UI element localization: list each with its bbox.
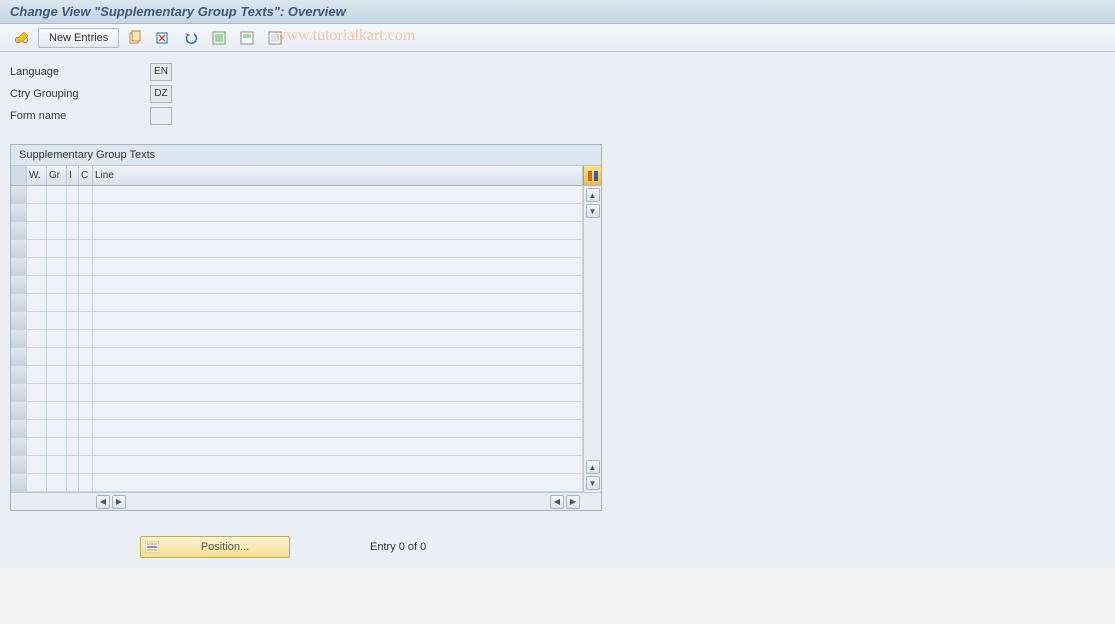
column-gr[interactable]: Gr: [47, 166, 67, 185]
select-block-icon: [239, 30, 255, 46]
delete-button[interactable]: [151, 28, 175, 48]
position-label: Position...: [165, 541, 285, 553]
form-name-label: Form name: [10, 110, 150, 122]
pencil-glasses-icon: [14, 30, 30, 46]
scroll-up-button[interactable]: ▲: [586, 188, 600, 202]
row-selector[interactable]: [11, 474, 27, 491]
table-row[interactable]: [11, 276, 583, 294]
table-row[interactable]: [11, 402, 583, 420]
table-row[interactable]: [11, 366, 583, 384]
scroll-up-button-bottom[interactable]: ▲: [586, 460, 600, 474]
form-row-ctry-grouping: Ctry Grouping DZ: [10, 84, 1105, 104]
row-selector[interactable]: [11, 186, 27, 203]
footer-area: Position... Entry 0 of 0: [10, 536, 1105, 558]
table-row[interactable]: [11, 204, 583, 222]
row-selector[interactable]: [11, 420, 27, 437]
language-label: Language: [10, 66, 150, 78]
select-all-button[interactable]: [207, 28, 231, 48]
form-name-field[interactable]: [150, 107, 172, 125]
table-title: Supplementary Group Texts: [11, 145, 601, 166]
scroll-left-button-end[interactable]: ◀: [550, 495, 564, 509]
deselect-icon: [267, 30, 283, 46]
ctry-grouping-label: Ctry Grouping: [10, 88, 150, 100]
table-row[interactable]: [11, 240, 583, 258]
table-row[interactable]: [11, 330, 583, 348]
entry-count-text: Entry 0 of 0: [370, 541, 426, 553]
table-row[interactable]: [11, 312, 583, 330]
scroll-left-button[interactable]: ◀: [96, 495, 110, 509]
new-entries-button[interactable]: New Entries: [38, 28, 119, 48]
form-row-form-name: Form name: [10, 106, 1105, 126]
application-toolbar: New Entries: [0, 24, 1115, 52]
horizontal-scrollbar[interactable]: ◀ ▶ ◀ ▶: [11, 492, 601, 510]
grid-header: W. Gr I C Line: [11, 166, 601, 186]
row-selector[interactable]: [11, 276, 27, 293]
table-row[interactable]: [11, 222, 583, 240]
scroll-right-button[interactable]: ▶: [112, 495, 126, 509]
language-field[interactable]: EN: [150, 63, 172, 81]
undo-icon: [183, 30, 199, 46]
row-selector[interactable]: [11, 258, 27, 275]
row-selector[interactable]: [11, 222, 27, 239]
table-row[interactable]: [11, 186, 583, 204]
table-row[interactable]: [11, 474, 583, 492]
content-area: Language EN Ctry Grouping DZ Form name S…: [0, 52, 1115, 568]
row-selector[interactable]: [11, 204, 27, 221]
position-button[interactable]: Position...: [140, 536, 290, 558]
scroll-down-button[interactable]: ▼: [586, 204, 600, 218]
form-row-language: Language EN: [10, 62, 1105, 82]
table-row[interactable]: [11, 348, 583, 366]
row-selector[interactable]: [11, 438, 27, 455]
vertical-scrollbar[interactable]: ▲ ▼ ▲ ▼: [583, 186, 601, 492]
scroll-down-button-bottom[interactable]: ▼: [586, 476, 600, 490]
row-selector[interactable]: [11, 384, 27, 401]
page-title: Change View "Supplementary Group Texts":…: [10, 4, 346, 19]
ctry-grouping-field[interactable]: DZ: [150, 85, 172, 103]
table-row[interactable]: [11, 258, 583, 276]
toggle-display-change-button[interactable]: [10, 28, 34, 48]
select-all-icon: [211, 30, 227, 46]
table-row[interactable]: [11, 384, 583, 402]
watermark-text: www.tutorialkart.com: [275, 27, 415, 45]
scroll-right-button-end[interactable]: ▶: [566, 495, 580, 509]
copy-as-button[interactable]: [123, 28, 147, 48]
row-selector[interactable]: [11, 456, 27, 473]
row-selector[interactable]: [11, 330, 27, 347]
delete-icon: [155, 30, 171, 46]
select-block-button[interactable]: [235, 28, 259, 48]
new-entries-label: New Entries: [49, 32, 108, 44]
table-config-icon: [587, 170, 599, 182]
row-selector[interactable]: [11, 240, 27, 257]
table-row[interactable]: [11, 456, 583, 474]
copy-icon: [127, 30, 143, 46]
row-selector[interactable]: [11, 348, 27, 365]
grid-rows: [11, 186, 583, 492]
table-row[interactable]: [11, 294, 583, 312]
column-row-selector[interactable]: [11, 166, 27, 185]
column-w[interactable]: W.: [27, 166, 47, 185]
row-selector[interactable]: [11, 294, 27, 311]
column-line[interactable]: Line: [93, 166, 583, 185]
table-panel: Supplementary Group Texts W. Gr I C Line: [10, 144, 602, 511]
row-selector[interactable]: [11, 312, 27, 329]
row-selector[interactable]: [11, 402, 27, 419]
column-i[interactable]: I: [67, 166, 79, 185]
title-bar: Change View "Supplementary Group Texts":…: [0, 0, 1115, 24]
table-row[interactable]: [11, 420, 583, 438]
column-c[interactable]: C: [79, 166, 93, 185]
deselect-all-button[interactable]: [263, 28, 287, 48]
undo-button[interactable]: [179, 28, 203, 48]
table-row[interactable]: [11, 438, 583, 456]
position-icon: [145, 541, 159, 553]
row-selector[interactable]: [11, 366, 27, 383]
table-settings-button[interactable]: [583, 166, 601, 185]
